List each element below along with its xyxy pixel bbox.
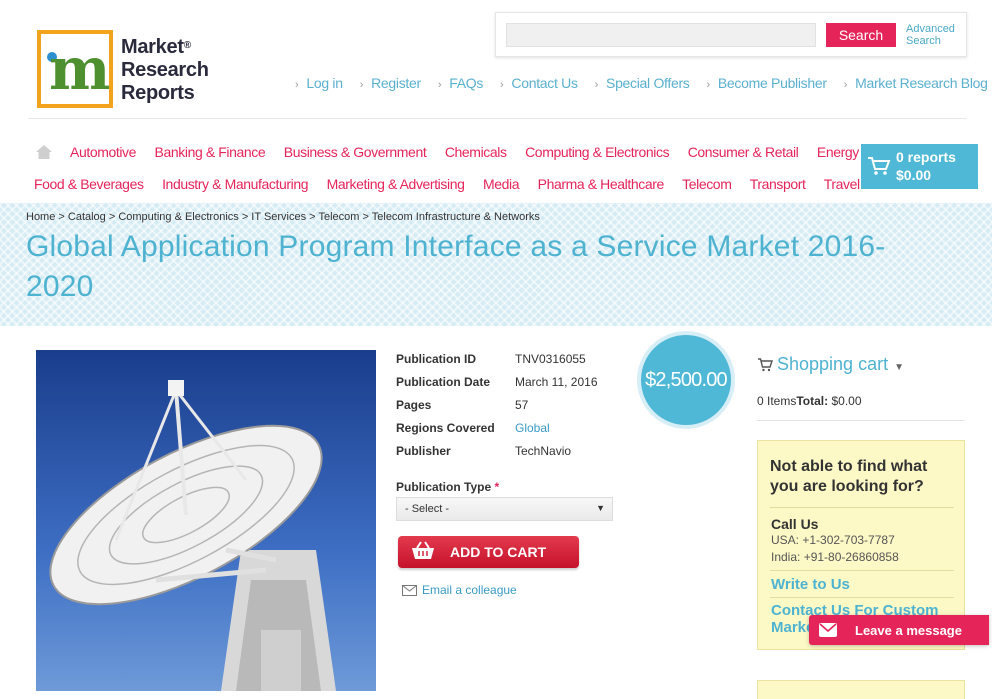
- breadcrumb[interactable]: Home > Catalog > Computing & Electronics…: [26, 211, 540, 223]
- special-offers-link[interactable]: Special Offers: [595, 75, 690, 91]
- price-badge: $2,500.00: [637, 331, 735, 429]
- category-row-1: Automotive Banking & Finance Business & …: [70, 144, 931, 160]
- category-banking-finance[interactable]: Banking & Finance: [155, 144, 266, 160]
- detail-label: Publisher: [396, 444, 451, 458]
- required-marker: *: [494, 480, 500, 494]
- top-links: Log in Register FAQs Contact Us Special …: [295, 75, 992, 91]
- sidebar-box: [757, 680, 965, 699]
- product-image: [36, 350, 376, 691]
- site-logo[interactable]: m Market® Research Reports: [37, 30, 212, 108]
- shopping-cart-title: Shopping cart: [777, 354, 889, 374]
- logo-line-3: Reports: [121, 82, 195, 104]
- select-value: - Select -: [405, 503, 450, 515]
- category-chemicals[interactable]: Chemicals: [445, 144, 507, 160]
- header-divider: [28, 118, 966, 119]
- search-panel: Search Advanced Search: [495, 12, 967, 57]
- envelope-icon: [819, 623, 837, 637]
- category-transport[interactable]: Transport: [750, 176, 806, 192]
- advanced-search-link[interactable]: Advanced Search: [906, 23, 955, 47]
- publication-type-label: Publication Type *: [396, 480, 499, 494]
- advanced-search-line-1: Advanced: [906, 23, 955, 35]
- shopping-cart-toggle[interactable]: Shopping cart ▼: [757, 354, 904, 375]
- become-publisher-link[interactable]: Become Publisher: [707, 75, 827, 91]
- login-link[interactable]: Log in: [295, 75, 343, 91]
- write-to-us-link[interactable]: Write to Us: [771, 576, 850, 593]
- publication-type-text: Publication Type: [396, 480, 492, 494]
- category-media[interactable]: Media: [483, 176, 520, 192]
- logo-letter: m: [49, 35, 111, 103]
- help-divider: [770, 597, 954, 598]
- detail-value: TechNavio: [515, 444, 572, 458]
- basket-icon: [412, 541, 434, 559]
- cart-total: $0.00: [896, 167, 932, 183]
- register-link[interactable]: Register: [360, 75, 421, 91]
- sidebar-divider: [757, 420, 965, 421]
- select-arrow-icon: ▼: [596, 503, 605, 513]
- help-divider: [770, 507, 954, 508]
- cart-total-value: $0.00: [831, 394, 862, 408]
- detail-label: Publication Date: [396, 375, 491, 389]
- detail-value: TNV0316055: [515, 352, 586, 366]
- cart-total-label: Total:: [796, 394, 829, 408]
- category-computing-electronics[interactable]: Computing & Electronics: [525, 144, 669, 160]
- logo-line-1: Market: [121, 36, 184, 58]
- detail-value: 57: [515, 398, 529, 412]
- logo-line-2: Research: [121, 59, 209, 81]
- detail-label: Publication ID: [396, 352, 477, 366]
- help-title: Not able to find what you are looking fo…: [770, 458, 928, 495]
- add-to-cart-button[interactable]: ADD TO CART: [398, 536, 579, 568]
- category-industry-manufacturing[interactable]: Industry & Manufacturing: [162, 176, 308, 192]
- leave-message-label: Leave a message: [855, 623, 962, 638]
- detail-label: Pages: [396, 398, 432, 412]
- title-band: Home > Catalog > Computing & Electronics…: [0, 203, 992, 326]
- email-colleague-link[interactable]: Email a colleague: [402, 583, 517, 597]
- category-marketing-advertising[interactable]: Marketing & Advertising: [327, 176, 465, 192]
- contact-us-link[interactable]: Contact Us: [500, 75, 578, 91]
- cart-items: 0 Items: [757, 394, 797, 408]
- envelope-icon: [402, 585, 417, 597]
- detail-value: March 11, 2016: [515, 375, 598, 389]
- leave-message-button[interactable]: Leave a message: [809, 615, 989, 645]
- caret-down-icon: ▼: [894, 362, 904, 373]
- search-input[interactable]: [506, 23, 816, 47]
- call-us-heading: Call Us: [771, 516, 819, 532]
- add-to-cart-label: ADD TO CART: [450, 544, 547, 560]
- logo-mark: m: [37, 30, 113, 108]
- publication-type-select[interactable]: - Select - ▼: [396, 497, 613, 521]
- category-row-2: Food & Beverages Industry & Manufacturin…: [34, 176, 934, 192]
- detail-label: Regions Covered: [396, 421, 495, 435]
- category-telecom[interactable]: Telecom: [682, 176, 732, 192]
- header-cart[interactable]: 0 reports $0.00: [861, 144, 978, 189]
- cart-icon: [868, 157, 891, 175]
- logo-registered: ®: [183, 40, 191, 51]
- category-automotive[interactable]: Automotive: [70, 144, 136, 160]
- phone-usa: USA: +1-302-703-7787: [771, 533, 895, 547]
- cart-reports: 0 reports: [896, 149, 956, 165]
- logo-text: Market® Research Reports: [121, 36, 209, 105]
- home-icon[interactable]: [35, 144, 53, 160]
- phone-india: India: +91-80-26860858: [771, 550, 899, 564]
- page-title: Global Application Program Interface as …: [26, 230, 886, 303]
- shopping-cart-summary: 0 ItemsTotal: $0.00: [757, 394, 862, 408]
- search-button[interactable]: Search: [826, 23, 896, 47]
- satellite-dish-image: [36, 350, 376, 691]
- advanced-search-line-2: Search: [906, 35, 941, 47]
- blog-link[interactable]: Market Research Blog: [844, 75, 988, 91]
- faqs-link[interactable]: FAQs: [438, 75, 483, 91]
- email-colleague-label: Email a colleague: [422, 583, 517, 597]
- cart-icon: [758, 358, 773, 372]
- category-pharma-healthcare[interactable]: Pharma & Healthcare: [538, 176, 665, 192]
- help-divider: [770, 570, 954, 571]
- category-consumer-retail[interactable]: Consumer & Retail: [688, 144, 799, 160]
- category-business-government[interactable]: Business & Government: [284, 144, 427, 160]
- category-food-beverages[interactable]: Food & Beverages: [34, 176, 144, 192]
- regions-link[interactable]: Global: [515, 421, 550, 435]
